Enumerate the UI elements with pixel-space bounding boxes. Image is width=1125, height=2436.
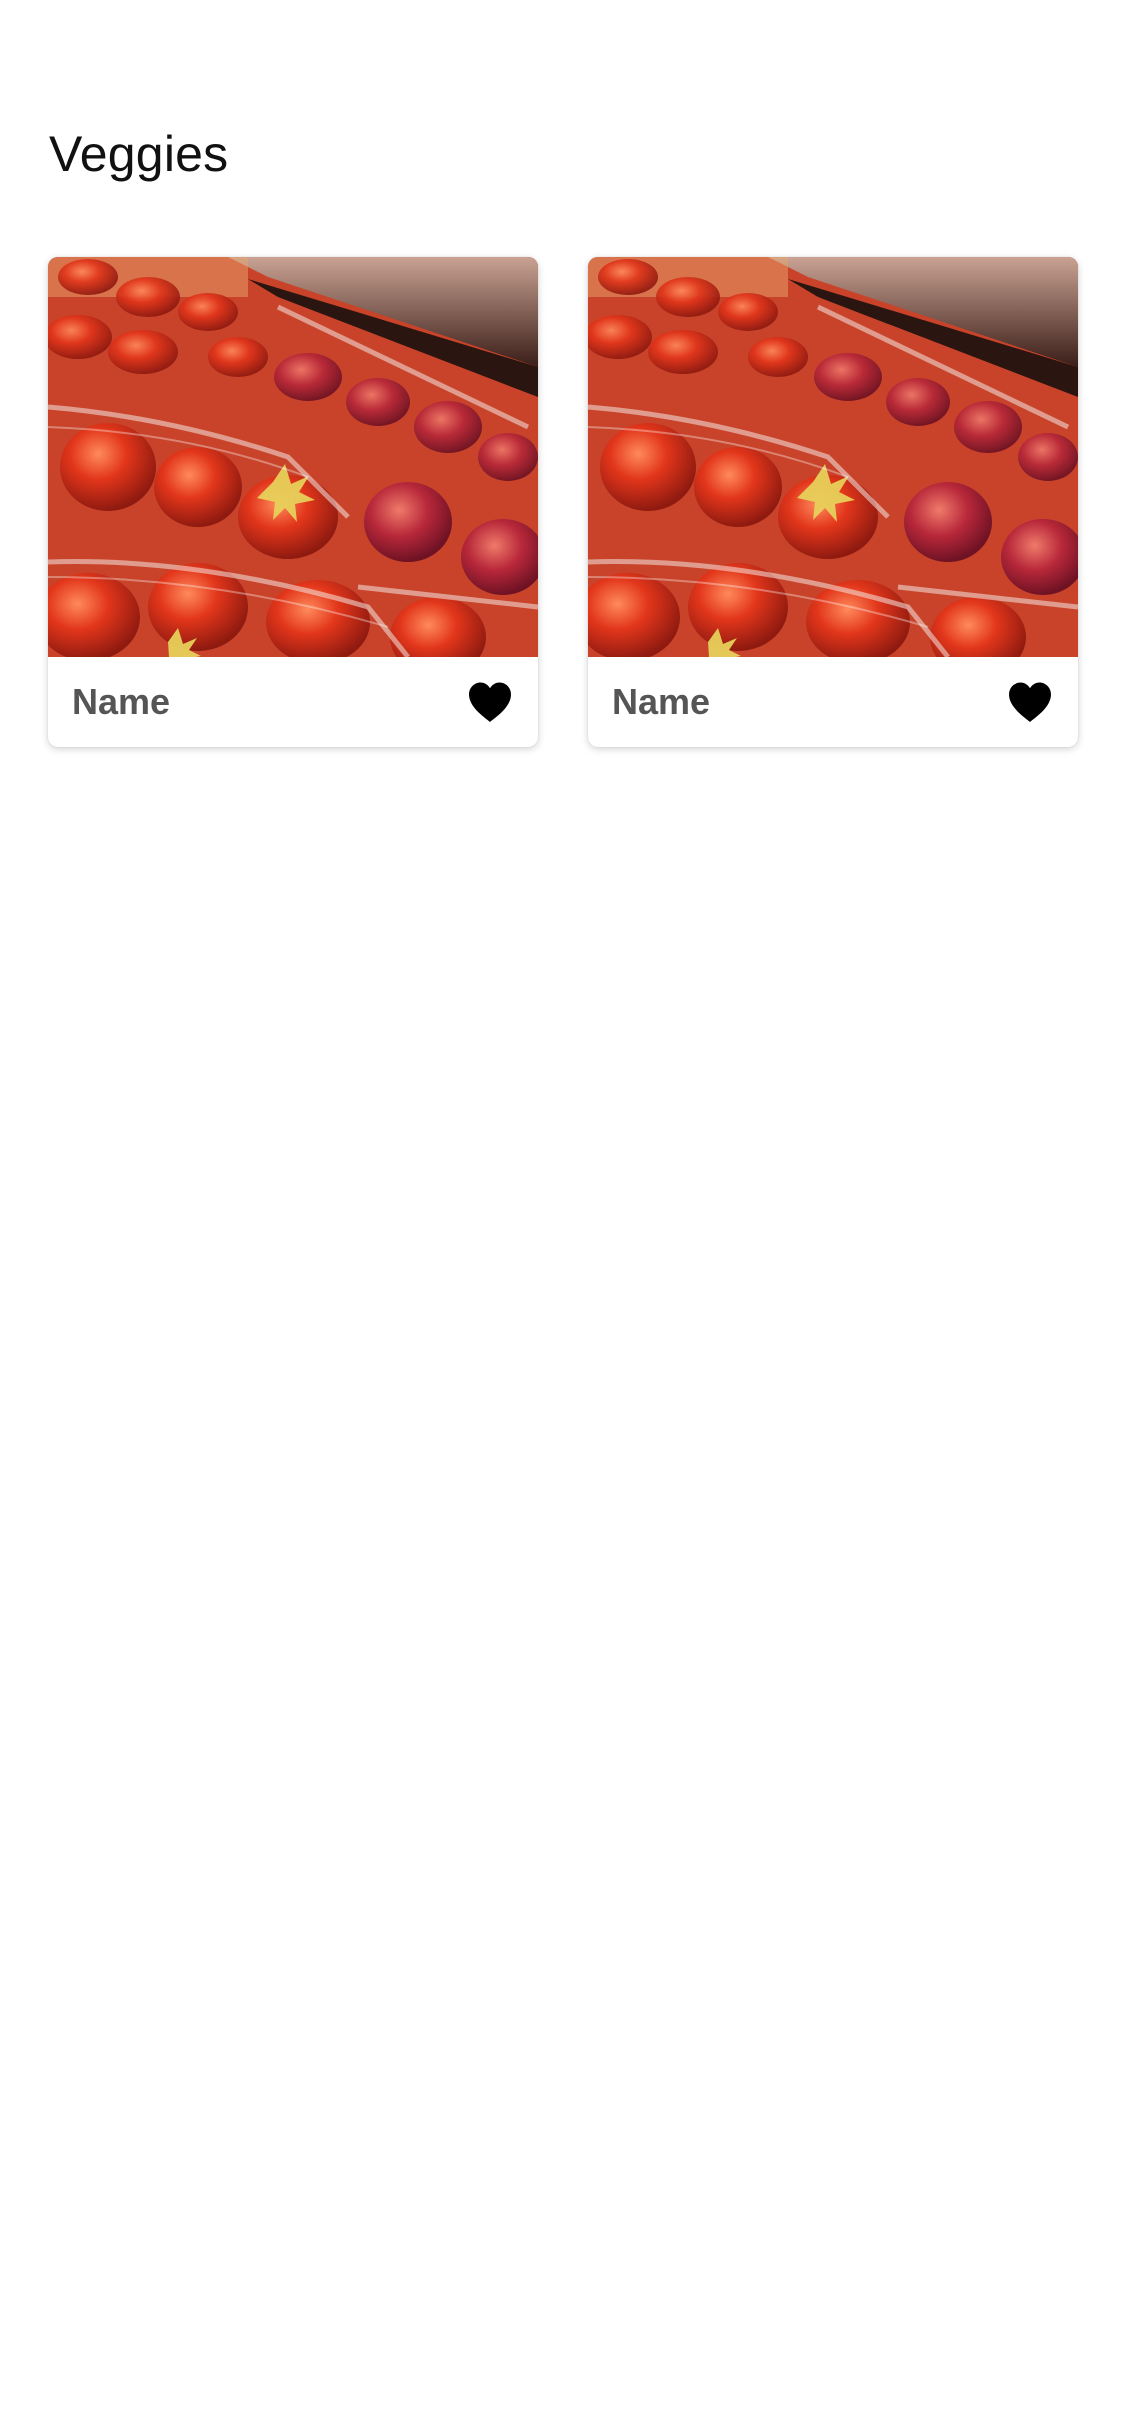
favorite-button[interactable] <box>1006 678 1054 726</box>
screen: Veggies Name Name <box>0 0 1125 2436</box>
card-footer: Name <box>588 657 1078 747</box>
veggie-card[interactable]: Name <box>48 257 538 747</box>
card-footer: Name <box>48 657 538 747</box>
card-image <box>588 257 1078 657</box>
strawberry-photo <box>588 257 1078 657</box>
card-name: Name <box>612 681 711 722</box>
card-name: Name <box>72 681 171 722</box>
page-title: Veggies <box>49 126 229 182</box>
heart-filled-icon <box>1009 682 1051 722</box>
veggie-card[interactable]: Name <box>588 257 1078 747</box>
card-grid: Name Name <box>48 257 1078 747</box>
strawberry-photo <box>48 257 538 657</box>
card-image <box>48 257 538 657</box>
favorite-button[interactable] <box>466 678 514 726</box>
heart-filled-icon <box>469 682 511 722</box>
